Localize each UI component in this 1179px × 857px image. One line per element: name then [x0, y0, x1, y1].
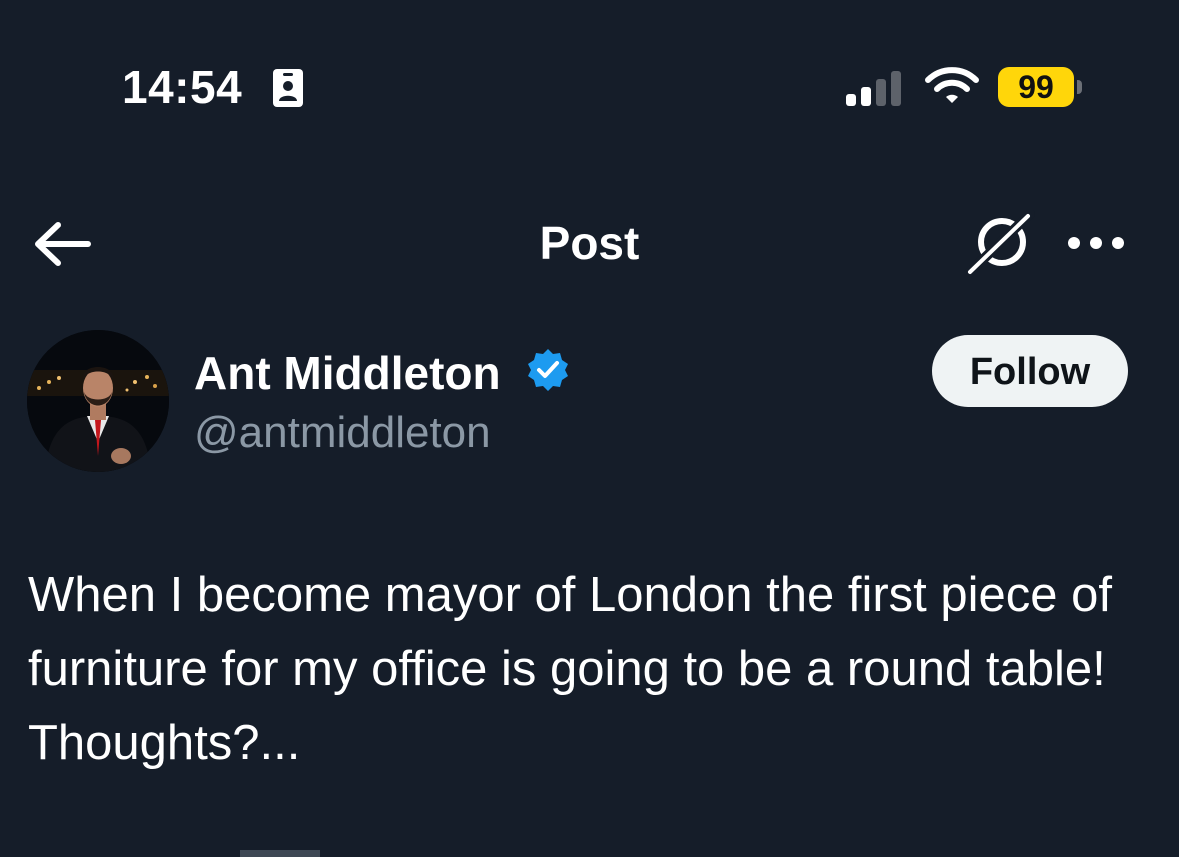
grok-icon[interactable]	[964, 210, 1036, 278]
post-text: When I become mayor of London the first …	[28, 568, 1113, 770]
battery-nub	[1077, 80, 1082, 94]
author-name[interactable]: Ant Middleton	[194, 346, 501, 400]
verified-badge-icon	[528, 349, 568, 391]
status-time: 14:54	[122, 61, 243, 113]
battery-indicator: 99	[998, 67, 1074, 107]
post-screen: 14:54 99 Post Ant Middleton @antmiddleto…	[0, 0, 1179, 857]
avatar[interactable]	[27, 330, 169, 472]
cutoff-content-hint	[240, 850, 320, 857]
id-card-icon	[273, 69, 303, 107]
cellular-signal-icon	[846, 71, 901, 106]
author-handle[interactable]: @antmiddleton	[194, 408, 491, 458]
follow-button[interactable]: Follow	[932, 335, 1128, 407]
wifi-icon	[925, 67, 979, 103]
more-options-icon[interactable]	[1066, 228, 1126, 258]
